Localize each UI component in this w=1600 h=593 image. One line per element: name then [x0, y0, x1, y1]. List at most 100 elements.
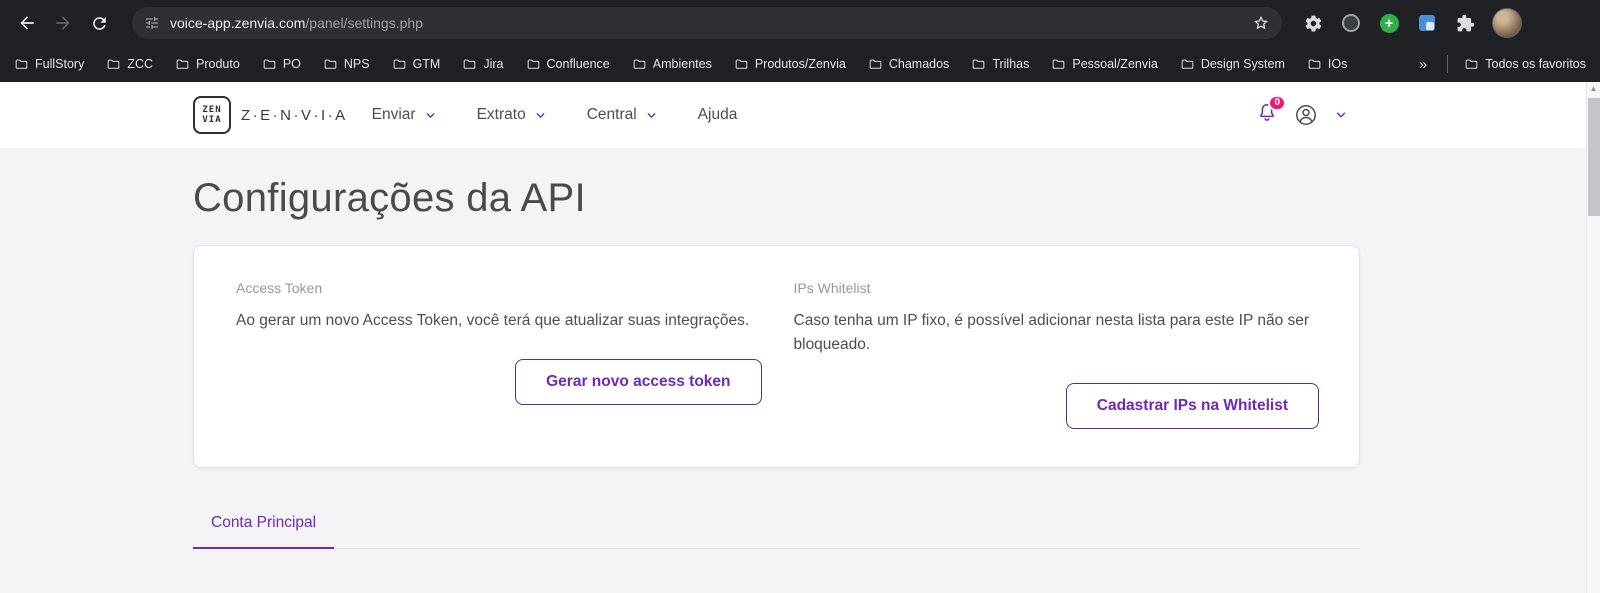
bookmark-item[interactable]: FullStory [14, 57, 84, 72]
folder-icon [1308, 59, 1321, 69]
bookmark-item[interactable]: Jira [462, 57, 504, 72]
dark-circle-extension-icon[interactable] [1340, 12, 1362, 34]
blue-extension-icon[interactable] [1416, 12, 1438, 34]
folder-icon [108, 59, 120, 69]
bookmark-item[interactable]: Confluence [526, 57, 610, 72]
gear-icon[interactable] [1302, 12, 1324, 34]
chevron-down-icon [536, 112, 545, 118]
nav-label: Enviar [371, 106, 416, 123]
bookmark-item[interactable]: Produto [175, 57, 240, 72]
tab-conta-principal[interactable]: Conta Principal [193, 502, 335, 550]
reload-button[interactable] [82, 6, 116, 40]
bookmarks-bar: FullStory ZCC Produto PO NPS GTM Jira Co… [0, 46, 1600, 82]
bookmark-item[interactable]: Pessoal/Zenvia [1051, 57, 1158, 72]
account-menu-chevron[interactable] [1334, 108, 1348, 122]
folder-icon [176, 59, 189, 69]
bookmark-label: IOs [1327, 57, 1348, 71]
page-title: Configurações da API [193, 176, 586, 220]
logo-text-top: ZEN [202, 104, 222, 115]
site-header: ZEN VIA Z·E·N·V·I·A Enviar Extrato Centr… [0, 82, 1600, 148]
bookmark-label: Trilhas [992, 57, 1030, 71]
bookmarks-overflow-chevron-icon[interactable]: » [1415, 56, 1431, 73]
bookmark-item[interactable]: ZCC [106, 57, 153, 72]
bookmark-label: Pessoal/Zenvia [1072, 57, 1158, 71]
folder-icon [973, 59, 985, 69]
reload-icon [92, 16, 106, 30]
folder-icon [1053, 59, 1065, 69]
bookmark-label: PO [282, 57, 301, 71]
header-right-icons: 0 [1256, 94, 1348, 129]
bookmark-label: GTM [412, 57, 441, 71]
all-bookmarks-label: Todos os favoritos [1485, 57, 1586, 71]
page-scrollbar[interactable]: ▲ [1586, 82, 1600, 593]
bookmark-item[interactable]: Design System [1180, 57, 1285, 72]
account-button[interactable] [1294, 103, 1318, 127]
folder-icon [393, 59, 405, 69]
url-text: voice-app.zenvia.com/panel/settings.php [170, 15, 1242, 31]
folder-icon [324, 59, 337, 69]
main-nav: Enviar Extrato Central Ajuda [372, 106, 738, 124]
bookmark-label: NPS [343, 57, 370, 71]
address-bar[interactable]: voice-app.zenvia.com/panel/settings.php [132, 7, 1282, 39]
folder-icon [1465, 59, 1478, 69]
folder-icon [633, 59, 646, 69]
toolbar-icon-group: + [1302, 8, 1522, 38]
scroll-up-arrow-icon[interactable]: ▲ [1587, 82, 1600, 96]
bookmark-star-icon[interactable] [1252, 14, 1270, 32]
ips-whitelist-section: IPs Whitelist Caso tenha um IP fixo, é p… [793, 280, 1319, 430]
brand-wordmark: Z·E·N·V·I·A [241, 106, 348, 124]
browser-toolbar: voice-app.zenvia.com/panel/settings.php … [0, 0, 1600, 46]
bookmark-label: Produtos/Zenvia [754, 57, 846, 71]
bookmark-label: FullStory [35, 57, 85, 71]
nav-item-ajuda[interactable]: Ajuda [698, 106, 738, 124]
extensions-puzzle-icon[interactable] [1454, 12, 1476, 34]
ips-whitelist-description: Caso tenha um IP fixo, é possível adicio… [793, 312, 1310, 354]
nav-label: Extrato [476, 106, 526, 123]
access-token-section: Access Token Ao gerar um novo Access Tok… [236, 280, 762, 429]
bookmark-label: Confluence [546, 57, 610, 71]
bookmark-label: Jira [483, 57, 504, 71]
url-host: voice-app.zenvia.com [170, 15, 306, 31]
bookmark-item[interactable]: Trilhas [971, 57, 1029, 72]
bookmark-item[interactable]: Produtos/Zenvia [734, 57, 846, 72]
page-content: Configurações da API Access Token Ao ger… [0, 148, 1600, 593]
generate-access-token-button[interactable]: Gerar novo access token [515, 359, 762, 406]
bookmark-item[interactable]: NPS [323, 57, 370, 72]
all-bookmarks-button[interactable]: Todos os favoritos [1464, 57, 1586, 72]
bookmark-item[interactable]: IOs [1307, 57, 1347, 72]
bookmark-label: Ambientes [652, 57, 712, 71]
tabs-row: Conta Principal [193, 502, 1360, 550]
folder-icon [464, 59, 476, 69]
nav-item-extrato[interactable]: Extrato [477, 106, 547, 124]
back-button[interactable] [10, 6, 44, 40]
bookmark-item[interactable]: GTM [392, 57, 441, 72]
nav-label: Central [586, 106, 637, 123]
folder-icon [735, 59, 748, 69]
register-ips-whitelist-button[interactable]: Cadastrar IPs na Whitelist [1065, 383, 1319, 430]
access-token-label: Access Token [236, 280, 323, 296]
bookmark-item[interactable]: PO [262, 57, 301, 72]
bookmark-item[interactable]: Chamados [868, 57, 949, 72]
browser-profile-avatar[interactable] [1492, 8, 1522, 38]
folder-icon [527, 59, 539, 69]
nav-item-central[interactable]: Central [587, 106, 658, 124]
zenvia-logo[interactable]: ZEN VIA [193, 96, 231, 134]
back-arrow-icon [20, 16, 34, 30]
folder-icon [869, 59, 882, 69]
notifications-button[interactable]: 0 [1256, 94, 1286, 129]
chevron-down-icon [426, 112, 434, 118]
bookmark-label: Chamados [888, 57, 950, 71]
green-plus-extension-icon[interactable]: + [1378, 12, 1400, 34]
forward-button[interactable] [46, 6, 80, 40]
bookmark-item[interactable]: Ambientes [632, 57, 712, 72]
scrollbar-thumb[interactable] [1588, 98, 1600, 216]
folder-icon [1181, 59, 1194, 69]
site-settings-icon[interactable] [144, 15, 160, 31]
folder-icon [263, 59, 276, 69]
bookmark-label: Produto [196, 57, 240, 71]
nav-label: Ajuda [697, 106, 738, 123]
bookmark-label: ZCC [127, 57, 154, 71]
user-circle-icon [1296, 105, 1316, 125]
nav-item-enviar[interactable]: Enviar [372, 106, 437, 124]
access-token-description: Ao gerar um novo Access Token, você terá… [236, 312, 750, 329]
